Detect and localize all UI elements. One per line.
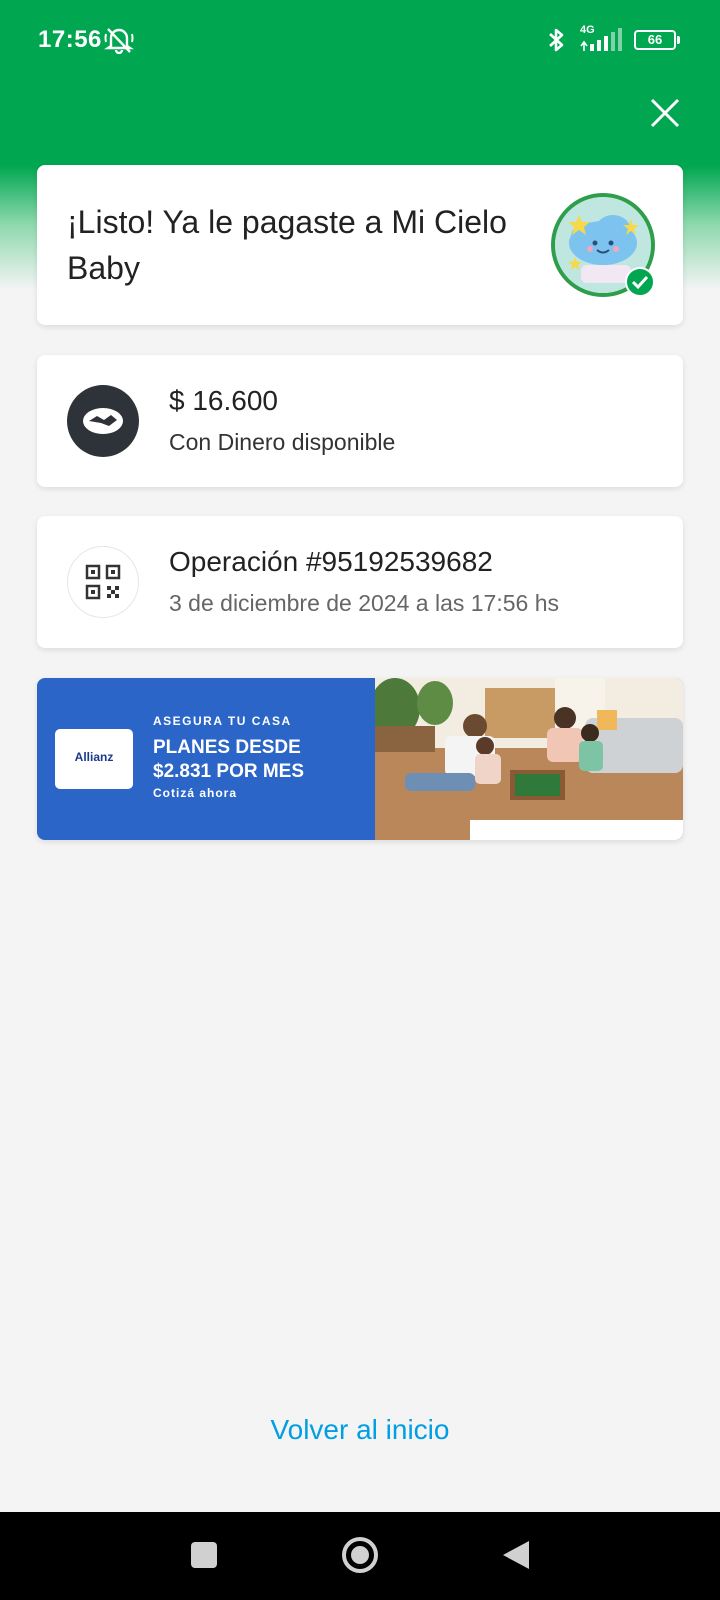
status-time: 17:56 bbox=[38, 26, 102, 53]
payment-card: $ 16.600 Con Dinero disponible bbox=[37, 355, 683, 487]
allianz-brand: Allianz bbox=[74, 750, 114, 764]
close-icon[interactable] bbox=[648, 96, 682, 130]
signal-icon bbox=[580, 28, 622, 51]
banner-headline-line2: $2.831 POR MES bbox=[153, 761, 305, 782]
battery-level: 66 bbox=[647, 32, 663, 47]
home-icon[interactable] bbox=[341, 1536, 379, 1574]
banner-kicker: ASEGURA TU CASA bbox=[153, 714, 292, 728]
allianz-logo: Allianz bbox=[55, 729, 133, 789]
bluetooth-icon bbox=[549, 28, 564, 52]
battery-tip bbox=[677, 36, 680, 44]
payment-method: Con Dinero disponible bbox=[169, 429, 396, 455]
banner-cta: Cotizá ahora bbox=[153, 786, 238, 800]
navigation-bar bbox=[0, 1512, 720, 1600]
banner-headline-line1: PLANES DESDE bbox=[153, 737, 301, 758]
status-bar: 17:56 4G 66 bbox=[0, 0, 720, 84]
merchant-avatar-wrap bbox=[551, 193, 655, 297]
operation-date: 3 de diciembre de 2024 a las 17:56 hs bbox=[169, 590, 559, 616]
family-photo bbox=[375, 678, 683, 840]
bell-off-icon bbox=[104, 28, 134, 54]
battery-icon: 66 bbox=[634, 30, 676, 50]
back-icon[interactable] bbox=[501, 1539, 531, 1571]
success-title: ¡Listo! Ya le pagaste a Mi Cielo Baby bbox=[67, 204, 507, 286]
back-to-home-link[interactable]: Volver al inicio bbox=[0, 1414, 720, 1446]
banner-headline: PLANES DESDE $2.831 POR MES bbox=[153, 736, 353, 784]
ad-banner[interactable]: Allianz ASEGURA TU CASA PLANES DESDE $2.… bbox=[37, 678, 683, 840]
success-card: ¡Listo! Ya le pagaste a Mi Cielo Baby bbox=[37, 165, 683, 325]
handshake-icon bbox=[67, 385, 139, 457]
qr-code-icon bbox=[67, 546, 139, 618]
recents-icon[interactable] bbox=[191, 1542, 217, 1568]
check-icon bbox=[625, 267, 655, 297]
operation-card: Operación #95192539682 3 de diciembre de… bbox=[37, 516, 683, 648]
payment-amount: $ 16.600 bbox=[169, 385, 278, 416]
operation-number: Operación #95192539682 bbox=[169, 546, 493, 577]
